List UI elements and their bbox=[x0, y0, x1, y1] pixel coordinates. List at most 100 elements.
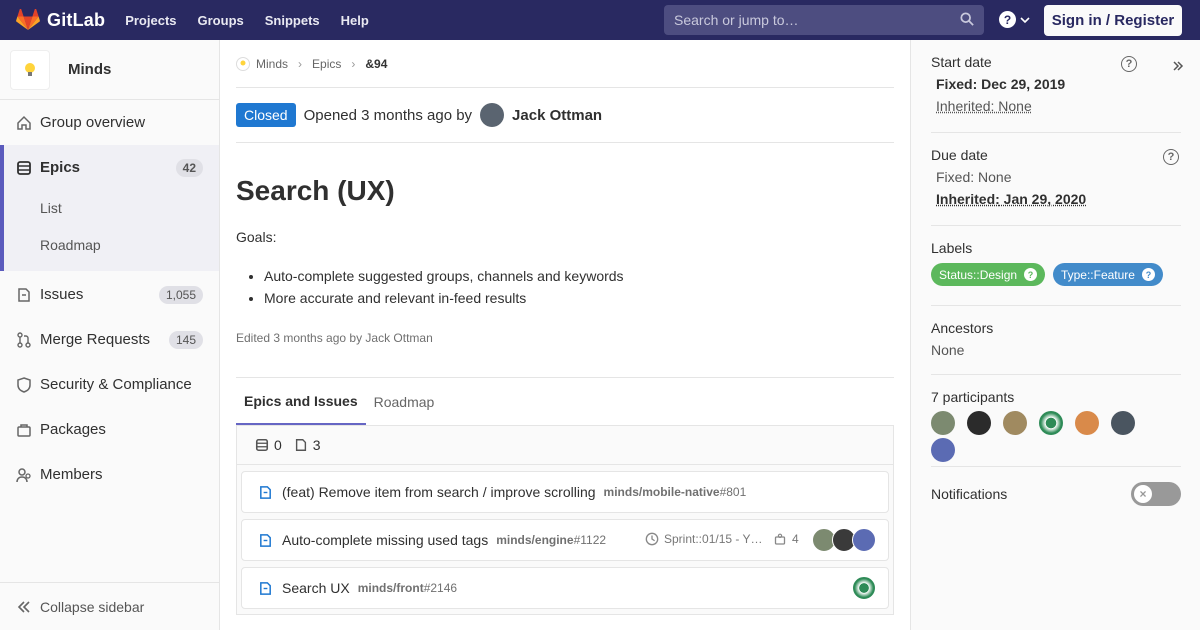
main-content: Minds › Epics › &94 Closed Opened 3 mont… bbox=[236, 40, 894, 615]
start-date-fixed: Fixed: Dec 29, 2019 bbox=[936, 76, 1181, 92]
group-header[interactable]: Minds bbox=[0, 40, 219, 100]
epic-count: 0 bbox=[274, 437, 282, 453]
milestone-label: Sprint::01/15 - Y… bbox=[664, 532, 763, 546]
issue-path: minds/engine bbox=[496, 533, 574, 547]
help-icon[interactable]: ? bbox=[1121, 56, 1137, 72]
epic-icon bbox=[255, 438, 269, 452]
avatar[interactable] bbox=[1111, 411, 1135, 435]
sidebar-subitem-roadmap[interactable]: Roadmap bbox=[40, 237, 101, 253]
sidebar-item-members[interactable]: Members bbox=[0, 452, 219, 497]
issue-number: #1122 bbox=[573, 533, 607, 547]
issue-number: #801 bbox=[719, 485, 747, 499]
due-date-fixed: Fixed: None bbox=[936, 169, 1181, 185]
due-date-inherited[interactable]: Inherited: Jan 29, 2020 bbox=[936, 191, 1181, 207]
due-date-block: Due date ? Fixed: None Inherited: Jan 29… bbox=[931, 147, 1181, 226]
breadcrumb-current[interactable]: &94 bbox=[365, 57, 387, 71]
sidebar-item-label: Group overview bbox=[40, 114, 146, 131]
label-type-feature[interactable]: Type::Feature? bbox=[1052, 263, 1163, 286]
issue-open-icon bbox=[260, 581, 271, 595]
avatar[interactable] bbox=[852, 576, 876, 600]
epic-icon bbox=[17, 160, 31, 175]
search-input[interactable]: Search or jump to… bbox=[664, 5, 984, 35]
sidebar-item-group-overview[interactable]: Group overview bbox=[0, 100, 219, 145]
right-sidebar: Start date ? Fixed: Dec 29, 2019 Inherit… bbox=[910, 40, 1200, 630]
label-status-design[interactable]: Status::Design? bbox=[931, 263, 1046, 286]
milestone[interactable]: Sprint::01/15 - Y… bbox=[645, 532, 763, 546]
clock-icon bbox=[645, 532, 659, 546]
sidebar-item-merge-requests[interactable]: Merge Requests 145 bbox=[0, 317, 219, 362]
nav-groups[interactable]: Groups bbox=[198, 13, 244, 28]
question-icon: ? bbox=[1141, 268, 1155, 281]
label-text: Status::Design bbox=[939, 267, 1018, 282]
group-avatar-icon bbox=[236, 56, 250, 71]
sidebar-item-epics[interactable]: Epics 42 bbox=[0, 145, 219, 190]
gitlab-logo[interactable]: GitLab bbox=[16, 9, 105, 31]
issue-title[interactable]: (feat) Remove item from search / improve… bbox=[282, 484, 596, 500]
breadcrumb-separator: › bbox=[298, 56, 303, 71]
list-item[interactable]: Search UX minds/front#2146 bbox=[241, 567, 889, 609]
list-item[interactable]: Auto-complete missing used tags minds/en… bbox=[241, 519, 889, 561]
nav-help[interactable]: Help bbox=[341, 13, 369, 28]
close-icon: × bbox=[1134, 485, 1152, 503]
start-date-heading: Start date bbox=[931, 54, 992, 70]
list-item[interactable]: (feat) Remove item from search / improve… bbox=[241, 471, 889, 513]
avatar[interactable] bbox=[1003, 411, 1027, 435]
avatar[interactable] bbox=[1039, 411, 1063, 435]
avatar[interactable] bbox=[1075, 411, 1099, 435]
avatar[interactable] bbox=[852, 528, 876, 552]
start-date-block: Start date ? Fixed: Dec 29, 2019 Inherit… bbox=[931, 54, 1181, 133]
author-link[interactable]: Jack Ottman bbox=[512, 107, 602, 124]
avatar[interactable] bbox=[931, 411, 955, 435]
sidebar-item-label: Packages bbox=[40, 421, 106, 438]
sidebar-subitem-list[interactable]: List bbox=[40, 200, 62, 216]
issue-title[interactable]: Search UX bbox=[282, 580, 350, 596]
nav-snippets[interactable]: Snippets bbox=[265, 13, 320, 28]
users-icon bbox=[16, 467, 31, 482]
tab-epics-and-issues[interactable]: Epics and Issues bbox=[236, 378, 366, 425]
left-sidebar: Minds Group overview Epics 42 List Roadm… bbox=[0, 40, 220, 630]
count-badge: 1,055 bbox=[158, 285, 203, 304]
avatar[interactable] bbox=[967, 411, 991, 435]
tab-roadmap[interactable]: Roadmap bbox=[366, 378, 443, 425]
weight-value: 4 bbox=[792, 532, 799, 546]
start-date-inherited[interactable]: Inherited: None bbox=[936, 98, 1181, 114]
breadcrumb-epics[interactable]: Epics bbox=[312, 57, 341, 71]
collapse-sidebar-button[interactable]: Collapse sidebar bbox=[0, 582, 219, 630]
label-text: Type::Feature bbox=[1060, 267, 1135, 282]
fixed-value: None bbox=[978, 169, 1012, 185]
group-name: Minds bbox=[68, 61, 112, 78]
inherited-value: Jan 29, 2020 bbox=[1003, 191, 1087, 207]
sidebar-item-label: Security & Compliance bbox=[40, 376, 192, 393]
help-dropdown[interactable]: ? bbox=[999, 11, 1030, 28]
sidebar-item-issues[interactable]: Issues 1,055 bbox=[0, 272, 219, 317]
fixed-label: Fixed: bbox=[936, 169, 975, 185]
issue-reference: minds/front#2146 bbox=[358, 581, 457, 595]
search-placeholder: Search or jump to… bbox=[674, 12, 799, 28]
nav-projects[interactable]: Projects bbox=[125, 13, 176, 28]
sidebar-item-packages[interactable]: Packages bbox=[0, 407, 219, 452]
count-badge: 42 bbox=[175, 158, 203, 177]
lightbulb-icon bbox=[25, 62, 35, 76]
tab-bar: Epics and Issues Roadmap bbox=[236, 377, 894, 425]
chevron-down-icon bbox=[1020, 16, 1030, 23]
search-icon bbox=[960, 12, 974, 26]
assignee-avatars bbox=[852, 576, 876, 600]
sidebar-item-label: Epics bbox=[40, 159, 81, 176]
breadcrumb-minds[interactable]: Minds bbox=[256, 57, 288, 71]
package-icon bbox=[17, 423, 31, 437]
help-icon[interactable]: ? bbox=[1163, 149, 1179, 165]
related-items-tree: 0 3 (feat) Remove item from search / imp… bbox=[236, 425, 894, 615]
status-badge: Closed bbox=[236, 103, 296, 127]
due-date-heading: Due date bbox=[931, 147, 988, 163]
issue-count: 3 bbox=[312, 437, 321, 453]
notifications-toggle[interactable]: × bbox=[1131, 482, 1181, 506]
avatar[interactable] bbox=[931, 438, 955, 462]
sign-in-button[interactable]: Sign in / Register bbox=[1044, 5, 1182, 36]
brand-name: GitLab bbox=[47, 9, 106, 30]
issue-title[interactable]: Auto-complete missing used tags bbox=[282, 532, 488, 548]
opened-text: Opened 3 months ago by bbox=[303, 106, 473, 124]
sidebar-item-security[interactable]: Security & Compliance bbox=[0, 362, 219, 407]
participants-heading: 7 participants bbox=[931, 389, 1015, 405]
avatar[interactable] bbox=[480, 103, 505, 127]
issue-reference: minds/mobile-native#801 bbox=[604, 485, 747, 499]
